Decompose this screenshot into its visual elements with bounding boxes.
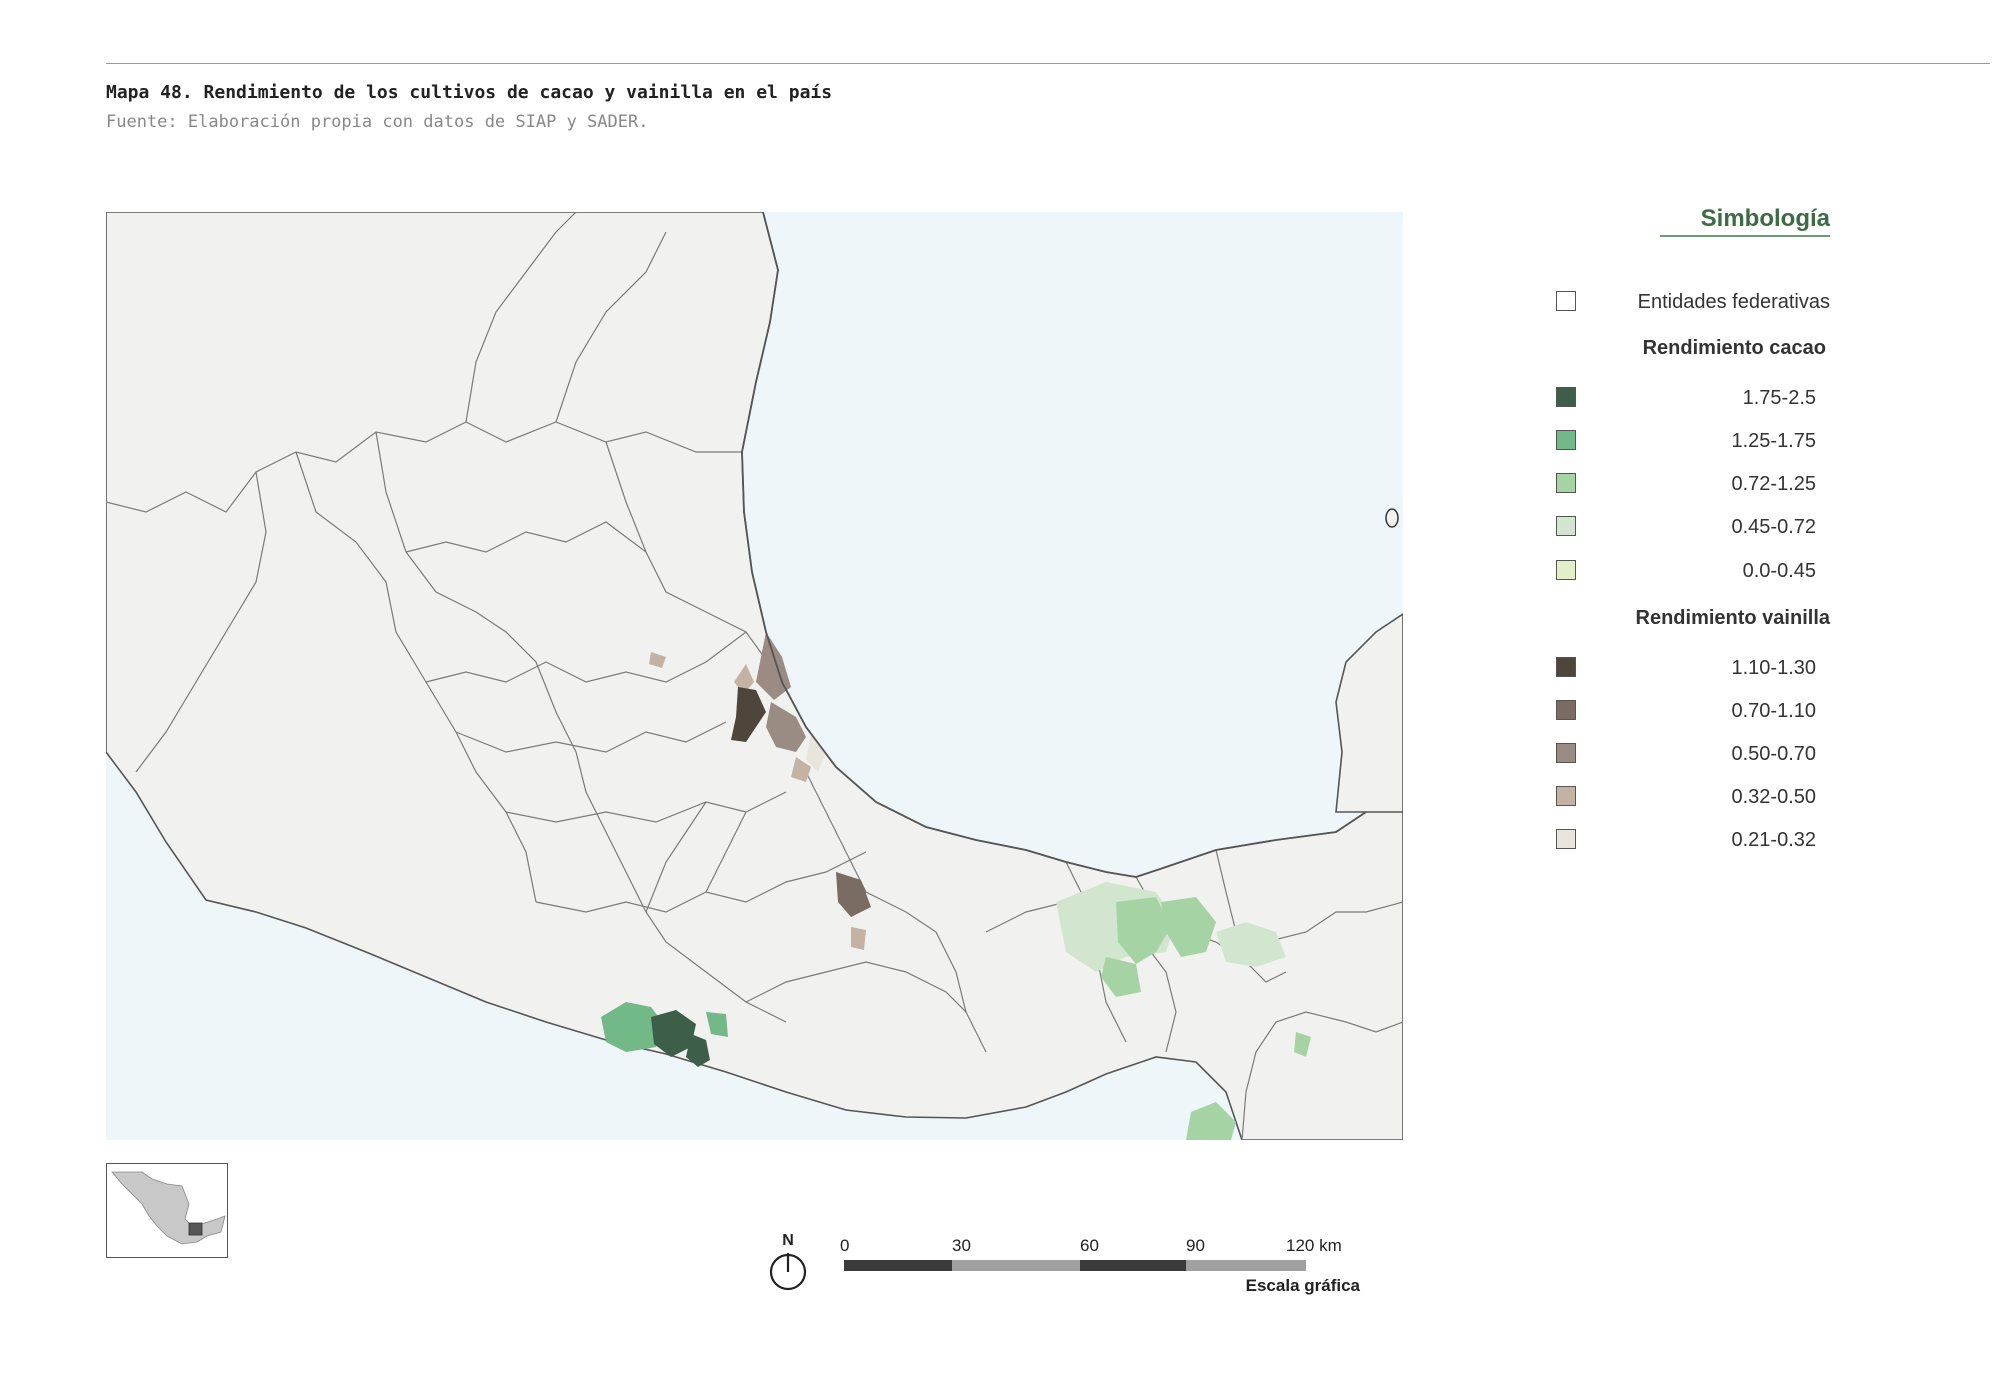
map-canvas [106,212,1403,1140]
cacao-heading: Rendimiento cacao [1642,337,1826,359]
vainilla-heading: Rendimiento vainilla [1635,607,1830,629]
scale-bar: 0 30 60 90 120 km Escala gráfica [840,1236,1360,1296]
legend-swatch [1556,829,1576,849]
legend-swatch [1556,387,1576,407]
legend-row-states: Entidades federativas [1550,289,1830,317]
north-arrow: N [766,1232,810,1292]
scale-segment [1080,1260,1186,1271]
legend-swatch [1556,560,1576,580]
legend-swatch [1556,516,1576,536]
legend-swatch [1556,473,1576,493]
map-source: Fuente: Elaboración propia con datos de … [106,112,649,132]
legend-swatch [1556,657,1576,677]
scale-tick-30: 30 [952,1236,971,1255]
scale-tick-60: 60 [1080,1236,1099,1255]
legend-row-cacao: 1.75-2.5 [1550,385,1830,413]
legend-label: Entidades federativas [1637,291,1830,313]
legend-swatch [1556,786,1576,806]
legend-label: 1.25-1.75 [1731,430,1816,452]
scale-tick-120: 120 km [1286,1236,1342,1255]
legend-label: 0.21-0.32 [1731,829,1816,851]
legend-title: Simbología [1660,205,1830,237]
north-label: N [782,1232,794,1249]
legend-swatch [1556,700,1576,720]
scale-tick-0: 0 [840,1236,850,1255]
locator-map [106,1163,228,1258]
legend-label: 0.32-0.50 [1731,786,1816,808]
scale-caption: Escala gráfica [1245,1276,1360,1295]
legend-row-cacao: 0.45-0.72 [1550,514,1830,542]
scale-segment [844,1260,952,1271]
legend-row-vainilla: 0.21-0.32 [1550,827,1830,855]
legend-label: 0.50-0.70 [1731,743,1816,765]
legend-row-cacao: 0.0-0.45 [1550,558,1830,586]
legend-label: 1.75-2.5 [1742,387,1816,409]
legend-row-vainilla: 0.50-0.70 [1550,741,1830,769]
top-rule [106,63,1990,64]
legend-swatch [1556,430,1576,450]
legend-row-cacao: 1.25-1.75 [1550,428,1830,456]
legend-label: 1.10-1.30 [1731,657,1816,679]
legend-row-cacao: 0.72-1.25 [1550,471,1830,499]
scale-segment [1186,1260,1306,1271]
scale-segment [952,1260,1080,1271]
locator-highlight [188,1222,203,1236]
main-map[interactable] [106,212,1403,1140]
legend-row-vainilla: 1.10-1.30 [1550,655,1830,683]
legend-swatch [1556,291,1576,311]
legend-label: 0.72-1.25 [1731,473,1816,495]
legend-label: 0.70-1.10 [1731,700,1816,722]
map-title: Mapa 48. Rendimiento de los cultivos de … [106,82,833,103]
locator-canvas [107,1164,227,1257]
legend-label: 0.45-0.72 [1731,516,1816,538]
north-arrow-icon [769,1253,807,1291]
legend-label: 0.0-0.45 [1742,560,1816,582]
legend-swatch [1556,743,1576,763]
legend-row-vainilla: 0.70-1.10 [1550,698,1830,726]
scale-tick-90: 90 [1186,1236,1205,1255]
legend-row-vainilla: 0.32-0.50 [1550,784,1830,812]
vainilla-region [851,927,866,950]
island [1385,508,1399,528]
